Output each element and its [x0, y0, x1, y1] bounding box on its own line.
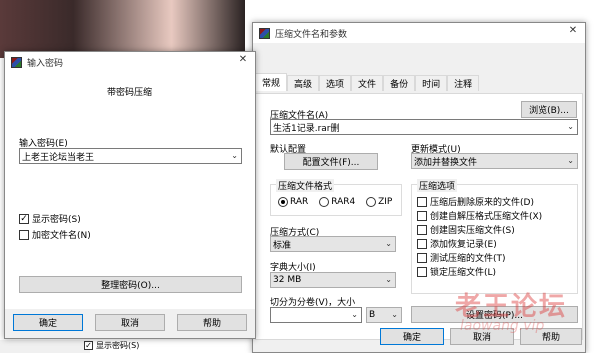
chevron-down-icon[interactable]: ⌄ [385, 239, 392, 248]
password-cancel-button[interactable]: 取消 [95, 314, 165, 331]
tab-general[interactable]: 常规 [255, 73, 288, 91]
radio-dot [278, 197, 288, 207]
password-dialog: 输入密码 ✕ 带密码压缩 输入密码(E) 上老王论坛当老王 ⌄ ✓ 显示密码(S… [4, 51, 256, 339]
archive-tabs: 常规 高级 选项 文件 备份 时间 注释 [255, 73, 480, 91]
option-solid-label: 创建固实压缩文件(S) [430, 226, 515, 236]
radio-dot [319, 197, 330, 207]
radio-rar-label: RAR [290, 197, 309, 207]
checkbox-box [417, 196, 427, 207]
options-group-title: 压缩选项 [417, 179, 458, 192]
browse-button[interactable]: 浏览(B)... [521, 101, 577, 118]
tab-backup[interactable]: 备份 [383, 75, 416, 91]
tab-comment[interactable]: 注释 [447, 75, 480, 91]
option-delete-after-label: 压缩后删除原来的文件(D) [430, 198, 534, 208]
tab-options[interactable]: 选项 [319, 75, 352, 91]
checkbox-box: ✓ [84, 341, 93, 350]
chevron-down-icon[interactable]: ⌄ [385, 275, 392, 284]
split-unit-select[interactable]: B ⌄ [366, 307, 402, 323]
encrypt-filenames-label: 加密文件名(N) [32, 231, 91, 241]
method-value: 标准 [273, 240, 292, 251]
checkbox-box [417, 252, 427, 263]
archive-name-input[interactable]: 生活1记录.rar删 ⌄ [270, 119, 578, 135]
method-select[interactable]: 标准 ⌄ [270, 236, 396, 252]
password-value: 上老王论坛当老王 [22, 152, 95, 163]
option-sfx[interactable]: 创建自解压格式压缩文件(X) [417, 209, 542, 222]
archive-ok-button[interactable]: 确定 [380, 328, 444, 345]
password-ok-button[interactable]: 确定 [13, 314, 83, 331]
background-show-password-label: 显示密码(S) [96, 341, 140, 350]
checkbox-box: ✓ [19, 213, 29, 224]
encrypt-filenames-checkbox[interactable]: 加密文件名(N) [19, 228, 91, 241]
checkbox-box [417, 238, 427, 249]
chevron-down-icon[interactable]: ⌄ [567, 122, 574, 131]
update-mode-value: 添加并替换文件 [414, 157, 478, 168]
radio-rar4[interactable]: RAR4 [319, 197, 355, 207]
radio-zip-label: ZIP [378, 197, 393, 207]
chevron-down-icon[interactable]: ⌄ [351, 310, 358, 319]
dict-select[interactable]: 32 MB ⌄ [270, 272, 396, 288]
tab-files[interactable]: 文件 [351, 75, 384, 91]
password-input[interactable]: 上老王论坛当老王 ⌄ [19, 148, 242, 164]
archive-name-value: 生活1记录.rar删 [273, 123, 340, 134]
radio-rar[interactable]: RAR [278, 197, 308, 207]
checkbox-box [417, 210, 427, 221]
option-recovery[interactable]: 添加恢复记录(E) [417, 237, 497, 250]
profiles-button[interactable]: 配置文件(F)... [284, 153, 378, 170]
dict-value: 32 MB [273, 275, 302, 285]
password-dialog-heading: 带密码压缩 [107, 88, 153, 98]
background-show-password-checkbox: ✓ 显示密码(S) [84, 339, 139, 352]
option-sfx-label: 创建自解压格式压缩文件(X) [430, 212, 543, 222]
option-test[interactable]: 测试压缩的文件(T) [417, 251, 506, 264]
chevron-down-icon[interactable]: ⌄ [231, 151, 238, 160]
organize-passwords-button[interactable]: 整理密码(O)... [19, 276, 242, 293]
option-recovery-label: 添加恢复记录(E) [430, 240, 497, 250]
split-size-input[interactable]: ⌄ [270, 307, 362, 323]
archive-dialog-title: 压缩文件名和参数 [275, 29, 348, 40]
radio-rar4-label: RAR4 [331, 197, 356, 207]
option-lock-label: 锁定压缩文件(L) [430, 268, 497, 278]
winrar-icon [11, 56, 22, 68]
checkbox-box [417, 266, 427, 277]
show-password-checkbox[interactable]: ✓ 显示密码(S) [19, 212, 81, 225]
checkbox-box [417, 224, 427, 235]
show-password-label: 显示密码(S) [32, 215, 81, 225]
background-window-fragment [0, 340, 90, 353]
checkbox-box [19, 229, 29, 240]
tab-advanced[interactable]: 高级 [287, 75, 320, 91]
tab-time[interactable]: 时间 [415, 75, 448, 91]
update-mode-select[interactable]: 添加并替换文件 ⌄ [411, 153, 578, 169]
option-solid[interactable]: 创建固实压缩文件(S) [417, 223, 515, 236]
format-group-title: 压缩文件格式 [276, 179, 335, 192]
radio-zip[interactable]: ZIP [366, 197, 392, 207]
winrar-icon [259, 27, 270, 39]
option-delete-after[interactable]: 压缩后删除原来的文件(D) [417, 195, 534, 208]
watermark-subtext: laowang.vip [460, 318, 545, 334]
chevron-down-icon[interactable]: ⌄ [391, 310, 398, 319]
split-unit-value: B [369, 310, 376, 320]
format-radio-row: RAR RAR4 ZIP [278, 197, 400, 210]
close-icon[interactable]: ✕ [235, 54, 251, 65]
option-lock[interactable]: 锁定压缩文件(L) [417, 265, 496, 278]
archive-dialog-titlebar: 压缩文件名和参数 ✕ [253, 23, 585, 43]
radio-dot [366, 197, 377, 207]
chevron-down-icon[interactable]: ⌄ [567, 156, 574, 165]
password-dialog-title: 输入密码 [27, 58, 64, 69]
close-icon[interactable]: ✕ [565, 25, 581, 36]
password-dialog-body: 带密码压缩 输入密码(E) 上老王论坛当老王 ⌄ ✓ 显示密码(S) 加密文件名… [5, 72, 255, 309]
password-dialog-titlebar: 输入密码 ✕ [5, 52, 255, 72]
desktop-background-image [0, 0, 245, 58]
password-help-button[interactable]: 帮助 [177, 314, 247, 331]
option-test-label: 测试压缩的文件(T) [430, 254, 506, 264]
